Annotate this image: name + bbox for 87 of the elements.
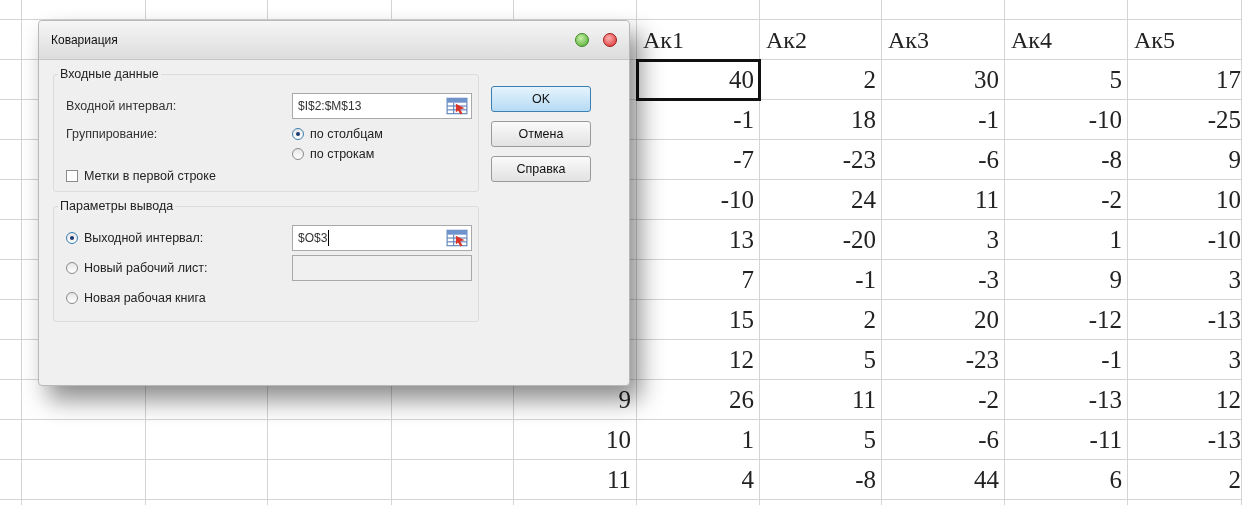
column-header: Ак2 <box>765 25 808 55</box>
column-header: Ак4 <box>1010 25 1053 55</box>
table-cell[interactable]: 15 <box>637 300 760 340</box>
table-cell[interactable]: 40 <box>637 60 760 100</box>
group-title: Входные данные <box>58 67 161 81</box>
table-cell[interactable]: -25 <box>1128 100 1242 140</box>
table-cell[interactable]: -10 <box>637 180 760 220</box>
column-header: Ак5 <box>1133 25 1176 55</box>
table-cell[interactable]: 6 <box>1005 460 1128 500</box>
range-picker-icon[interactable] <box>446 97 468 115</box>
dialog-button[interactable]: OK <box>491 86 591 112</box>
table-cell[interactable]: -10 <box>1128 220 1242 260</box>
table-cell[interactable]: -7 <box>637 140 760 180</box>
table-cell[interactable]: 5 <box>760 420 882 460</box>
table-cell[interactable]: 4 <box>637 460 760 500</box>
dialog-button[interactable]: Отмена <box>491 121 591 147</box>
table-cell[interactable]: 17 <box>1128 60 1242 100</box>
table-cell[interactable]: 3 <box>1128 340 1242 380</box>
table-cell[interactable]: -1 <box>882 100 1005 140</box>
table-cell[interactable]: 5 <box>1005 60 1128 100</box>
table-cell[interactable]: -6 <box>882 140 1005 180</box>
table-cell[interactable]: 5 <box>760 340 882 380</box>
row-number: 11 <box>605 465 632 495</box>
radio-button[interactable] <box>292 148 304 160</box>
table-cell[interactable]: 3 <box>882 220 1005 260</box>
table-cell[interactable]: -8 <box>1005 140 1128 180</box>
table-cell[interactable]: -3 <box>882 260 1005 300</box>
table-cell[interactable]: 12 <box>1128 380 1242 420</box>
table-cell[interactable]: 2 <box>1128 460 1242 500</box>
radio-button[interactable] <box>66 292 78 304</box>
table-cell[interactable]: 1 <box>1005 220 1128 260</box>
table-cell[interactable]: 10 <box>1128 180 1242 220</box>
table-cell[interactable]: -1 <box>760 260 882 300</box>
table-cell[interactable]: -1 <box>637 100 760 140</box>
table-cell[interactable]: -12 <box>1005 300 1128 340</box>
table-cell[interactable]: 2 <box>760 60 882 100</box>
table-cell[interactable]: 13 <box>637 220 760 260</box>
radio-button[interactable] <box>66 232 78 244</box>
table-cell[interactable]: -13 <box>1128 420 1242 460</box>
maximize-button[interactable] <box>575 33 589 47</box>
table-cell[interactable]: 11 <box>882 180 1005 220</box>
window-title: Ковариация <box>51 33 118 47</box>
checkbox[interactable] <box>66 170 78 182</box>
table-cell[interactable]: -23 <box>760 140 882 180</box>
option-label[interactable]: по столбцам <box>310 127 383 141</box>
row-number: 10 <box>605 425 632 455</box>
table-cell[interactable]: 11 <box>760 380 882 420</box>
range-field[interactable]: $O$3 <box>292 225 472 251</box>
table-cell[interactable]: -8 <box>760 460 882 500</box>
table-cell[interactable]: 2 <box>760 300 882 340</box>
table-cell[interactable]: -6 <box>882 420 1005 460</box>
table-cell[interactable]: 24 <box>760 180 882 220</box>
checkbox-label[interactable]: Метки в первой строке <box>84 169 216 183</box>
range-field[interactable]: $I$2:$M$13 <box>292 93 472 119</box>
option-label[interactable]: Выходной интервал: <box>84 231 204 245</box>
field-label: Группирование: <box>66 127 158 141</box>
table-cell[interactable]: 44 <box>882 460 1005 500</box>
table-cell[interactable]: -10 <box>1005 100 1128 140</box>
close-button[interactable] <box>603 33 617 47</box>
radio-button[interactable] <box>292 128 304 140</box>
option-label[interactable]: по строкам <box>310 147 375 161</box>
range-picker-icon[interactable] <box>446 229 468 247</box>
table-cell[interactable]: 30 <box>882 60 1005 100</box>
table-cell[interactable]: -13 <box>1005 380 1128 420</box>
table-cell[interactable]: 20 <box>882 300 1005 340</box>
table-cell[interactable]: -1 <box>1005 340 1128 380</box>
table-cell[interactable]: -2 <box>1005 180 1128 220</box>
table-cell[interactable]: 7 <box>637 260 760 300</box>
column-header: Ак3 <box>887 25 930 55</box>
field-label: Входной интервал: <box>66 99 177 113</box>
table-cell[interactable]: 9 <box>1128 140 1242 180</box>
table-cell[interactable]: -13 <box>1128 300 1242 340</box>
row-number: 9 <box>617 385 632 415</box>
table-cell[interactable]: 3 <box>1128 260 1242 300</box>
table-cell[interactable]: 12 <box>637 340 760 380</box>
table-cell[interactable]: 18 <box>760 100 882 140</box>
table-cell[interactable]: -23 <box>882 340 1005 380</box>
table-cell[interactable]: 1 <box>637 420 760 460</box>
option-label[interactable]: Новая рабочая книга <box>84 291 206 305</box>
table-cell[interactable]: 26 <box>637 380 760 420</box>
group-title: Параметры вывода <box>58 199 176 213</box>
table-cell[interactable]: 9 <box>1005 260 1128 300</box>
dialog-button[interactable]: Справка <box>491 156 591 182</box>
column-header: Ак1 <box>642 25 685 55</box>
table-cell[interactable]: -11 <box>1005 420 1128 460</box>
table-cell[interactable]: -2 <box>882 380 1005 420</box>
table-cell[interactable]: -20 <box>760 220 882 260</box>
